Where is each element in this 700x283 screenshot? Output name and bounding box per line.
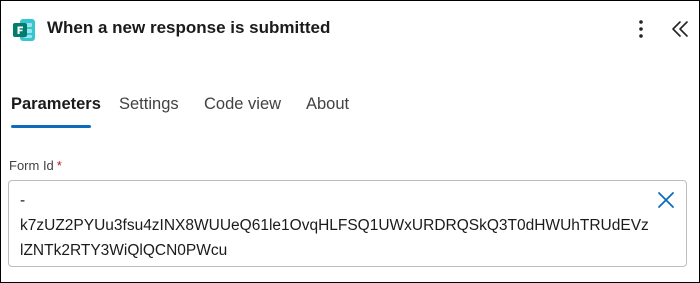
microsoft-forms-icon <box>13 19 35 41</box>
active-tab-indicator <box>11 125 91 128</box>
panel-header: When a new response is submitted <box>1 1 699 57</box>
trigger-title: When a new response is submitted <box>47 18 331 37</box>
tab-bar: Parameters Settings Code view About <box>1 85 699 133</box>
form-id-label-text: Form Id <box>9 158 54 173</box>
more-vertical-icon[interactable] <box>631 18 651 40</box>
double-chevron-left-icon[interactable] <box>669 18 691 40</box>
form-id-label: Form Id * <box>9 158 62 173</box>
close-icon[interactable] <box>656 190 676 210</box>
form-id-value[interactable]: - k7zUZ2PYUu3fsu4zINX8WUUeQ61le1OvqHLFSQ… <box>20 188 652 263</box>
required-marker: * <box>56 158 62 173</box>
tab-settings[interactable]: Settings <box>119 95 179 114</box>
tab-about[interactable]: About <box>306 95 349 114</box>
tab-parameters[interactable]: Parameters <box>11 95 101 114</box>
tab-code-view[interactable]: Code view <box>204 95 281 114</box>
form-id-field[interactable]: - k7zUZ2PYUu3fsu4zINX8WUUeQ61le1OvqHLFSQ… <box>8 180 687 267</box>
trigger-panel: When a new response is submitted Paramet… <box>0 0 700 283</box>
